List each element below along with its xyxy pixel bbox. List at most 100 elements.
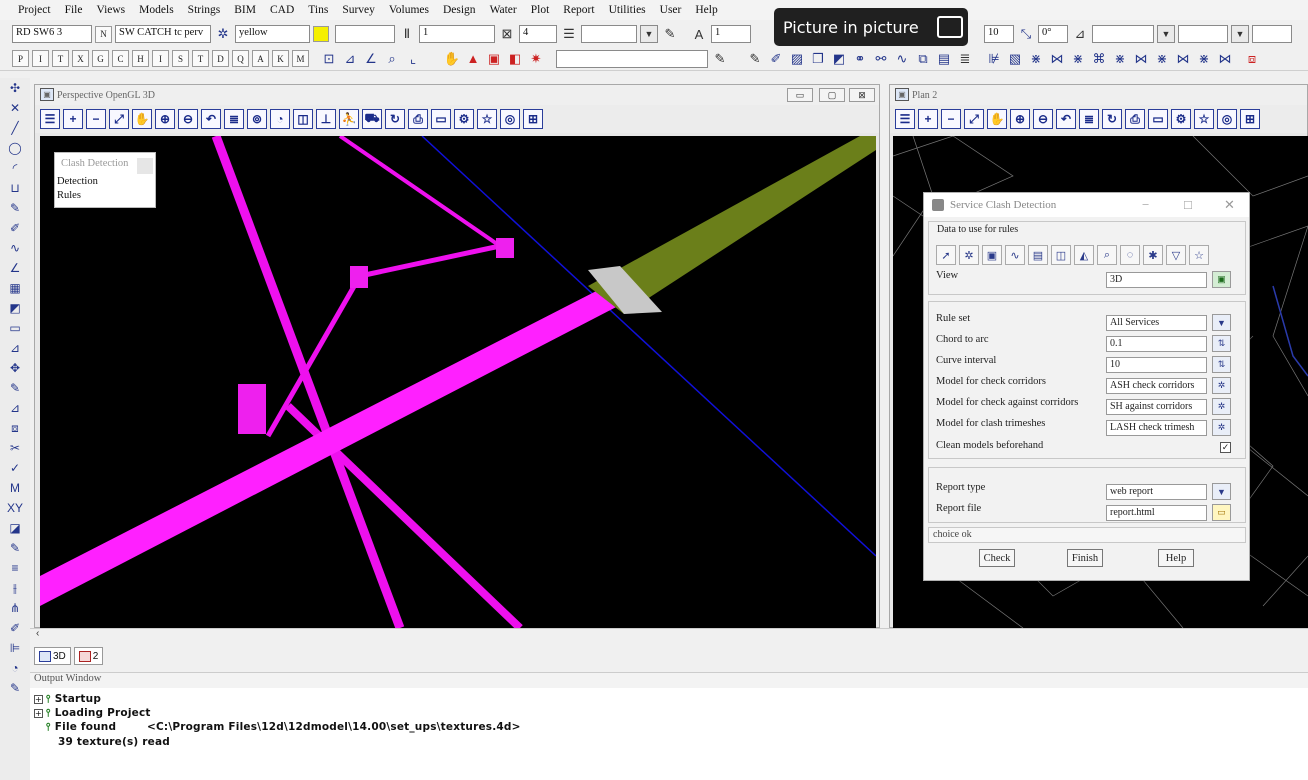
snap-m-button[interactable]: M [292,50,309,67]
curve-interval-spinner-icon[interactable]: ⇅ [1212,356,1231,373]
expand-icon[interactable]: + [34,708,43,718]
snap-i2-button[interactable]: I [152,50,169,67]
workspace-scrollbar[interactable]: ‹ [30,628,1308,642]
offset-tool-icon[interactable]: ≡ [0,558,30,578]
snap-s-button[interactable]: S [172,50,189,67]
move-tool-icon[interactable]: ✥ [0,358,30,378]
drive-icon[interactable]: ⛟ [362,109,382,129]
tab-3d[interactable]: 3D [34,647,71,665]
split-tool-icon[interactable]: ⫲ [0,578,30,598]
design-6-icon[interactable]: ⌘ [1090,50,1108,68]
pick-favourite-icon[interactable]: ☆ [1189,245,1209,265]
grid-icon[interactable]: ⊞ [523,109,543,129]
rule-set-field[interactable]: All Services [1106,315,1207,331]
design-9-icon[interactable]: ⋇ [1153,50,1171,68]
polyline-tool-icon[interactable]: ⊔ [0,178,30,198]
model-clash-trimeshes-picker-icon[interactable]: ✲ [1212,419,1231,436]
report-file-folder-icon[interactable]: ▭ [1212,504,1231,521]
section-tool-icon[interactable]: ⧈ [0,418,30,438]
tool-hand-icon[interactable]: ✋ [443,50,461,68]
edit-curve-icon[interactable]: ∿ [893,50,911,68]
favourite-star-icon[interactable]: ☆ [477,109,497,129]
close-button[interactable]: ⊠ [849,88,875,102]
orbit-icon[interactable]: ⊚ [247,109,267,129]
plan-menu-icon[interactable]: ☰ [895,109,915,129]
snap-angle-icon[interactable]: ∠ [362,50,380,68]
undo-view-icon[interactable]: ↶ [201,109,221,129]
curve-interval-field[interactable]: 10 [1106,357,1207,373]
menu-survey[interactable]: Survey [336,4,383,16]
model-against-corridors-picker-icon[interactable]: ✲ [1212,398,1231,415]
plan-settings-icon[interactable]: ⚙ [1171,109,1191,129]
style-field[interactable]: 4 [519,25,557,43]
view-picker-button[interactable]: ▣ [1212,271,1231,288]
angle-tool-icon[interactable]: ∠ [0,258,30,278]
output-row-textures[interactable]: 39 texture(s) read [46,736,170,748]
snap-p-button[interactable]: P [12,50,29,67]
window-icon[interactable]: ▭ [431,109,451,129]
snap-c-button[interactable]: C [112,50,129,67]
shade-icon[interactable]: ◔ [270,109,290,129]
view-menu-icon[interactable]: ☰ [40,109,60,129]
menu-models[interactable]: Models [133,4,182,16]
refresh-icon[interactable]: ↻ [385,109,405,129]
model-name-field[interactable]: SW CATCH tc perv [115,25,211,43]
edit-doc-icon[interactable]: ▤ [935,50,953,68]
chord-to-arc-spinner-icon[interactable]: ⇅ [1212,335,1231,352]
colour-swatch[interactable] [313,26,329,42]
n-button[interactable]: N [95,25,112,43]
design-11-icon[interactable]: ⋇ [1195,50,1213,68]
edit-tool-icon[interactable]: ✎ [0,378,30,398]
dialog-minimize-button[interactable]: − [1142,197,1149,213]
plan-window-icon-btn[interactable]: ▭ [1148,109,1168,129]
menu-project[interactable]: Project [12,4,59,16]
design-5-icon[interactable]: ⋇ [1069,50,1087,68]
snap-line-icon[interactable]: ⊿ [341,50,359,68]
menu-strings[interactable]: Strings [182,4,229,16]
rect-tool-icon[interactable]: ▭ [0,318,30,338]
clash-menu-pin-button[interactable] [137,158,153,174]
model-against-corridors-field[interactable]: SH against corridors [1106,399,1207,415]
menu-user[interactable]: User [654,4,690,16]
pencil-tool-icon[interactable]: ✎ [0,198,30,218]
chord-to-arc-field[interactable]: 0.1 [1106,336,1207,352]
circle-tool-icon[interactable]: ◯ [0,138,30,158]
text-tool-icon[interactable]: ✎ [0,678,30,698]
pick-funnel-icon[interactable]: ▽ [1166,245,1186,265]
plan-list-icon[interactable]: ≣ [1079,109,1099,129]
edit-link-icon[interactable]: ⚭ [851,50,869,68]
expand-icon[interactable]: + [34,694,43,704]
zoom-out-minus-icon[interactable]: − [86,109,106,129]
output-row-file-found[interactable]: ⫯ File found <C:\Program Files\12d\12dmod… [46,721,521,734]
snap-d-button[interactable]: D [212,50,229,67]
list-icon[interactable]: ☰ [560,25,578,43]
zoom-in-icon[interactable]: ⊕ [155,109,175,129]
dialog-close-button[interactable]: ✕ [1224,197,1235,213]
edit-list-icon[interactable]: ≣ [956,50,974,68]
maximize-button[interactable]: ▢ [819,88,845,102]
tool-book-icon[interactable]: ▣ [485,50,503,68]
output-row-startup[interactable]: + ⫯ Startup [34,693,101,706]
target-icon[interactable]: ◎ [500,109,520,129]
menu-views[interactable]: Views [90,4,133,16]
dim-tool-icon[interactable]: ◪ [0,518,30,538]
pick-filter-icon[interactable]: ⌕ [1097,245,1117,265]
pick-string-icon[interactable]: ∿ [1005,245,1025,265]
pick-star-icon[interactable]: ✲ [959,245,979,265]
model-check-corridors-field[interactable]: ASH check corridors [1106,378,1207,394]
command-field[interactable] [556,49,708,68]
snap-a-button[interactable]: A [252,50,269,67]
edit-layer-icon[interactable]: ⧉ [914,50,932,68]
snap-k-button[interactable]: K [272,50,289,67]
snap-corner-icon[interactable]: ⌞ [404,50,422,68]
plan-grid-icon[interactable]: ⊞ [1240,109,1260,129]
menu-bim[interactable]: BIM [228,4,264,16]
font-field[interactable] [1092,25,1154,43]
design-12-icon[interactable]: ⋈ [1216,50,1234,68]
angle-icon[interactable]: ⤡ [1017,25,1035,43]
arc-tool-icon[interactable]: ◜ [0,158,30,178]
edit-chain-icon[interactable]: ⚯ [872,50,890,68]
plan-plus-icon[interactable]: + [918,109,938,129]
plan-zoom-out-icon[interactable]: ⊖ [1033,109,1053,129]
list-view-icon[interactable]: ≣ [224,109,244,129]
